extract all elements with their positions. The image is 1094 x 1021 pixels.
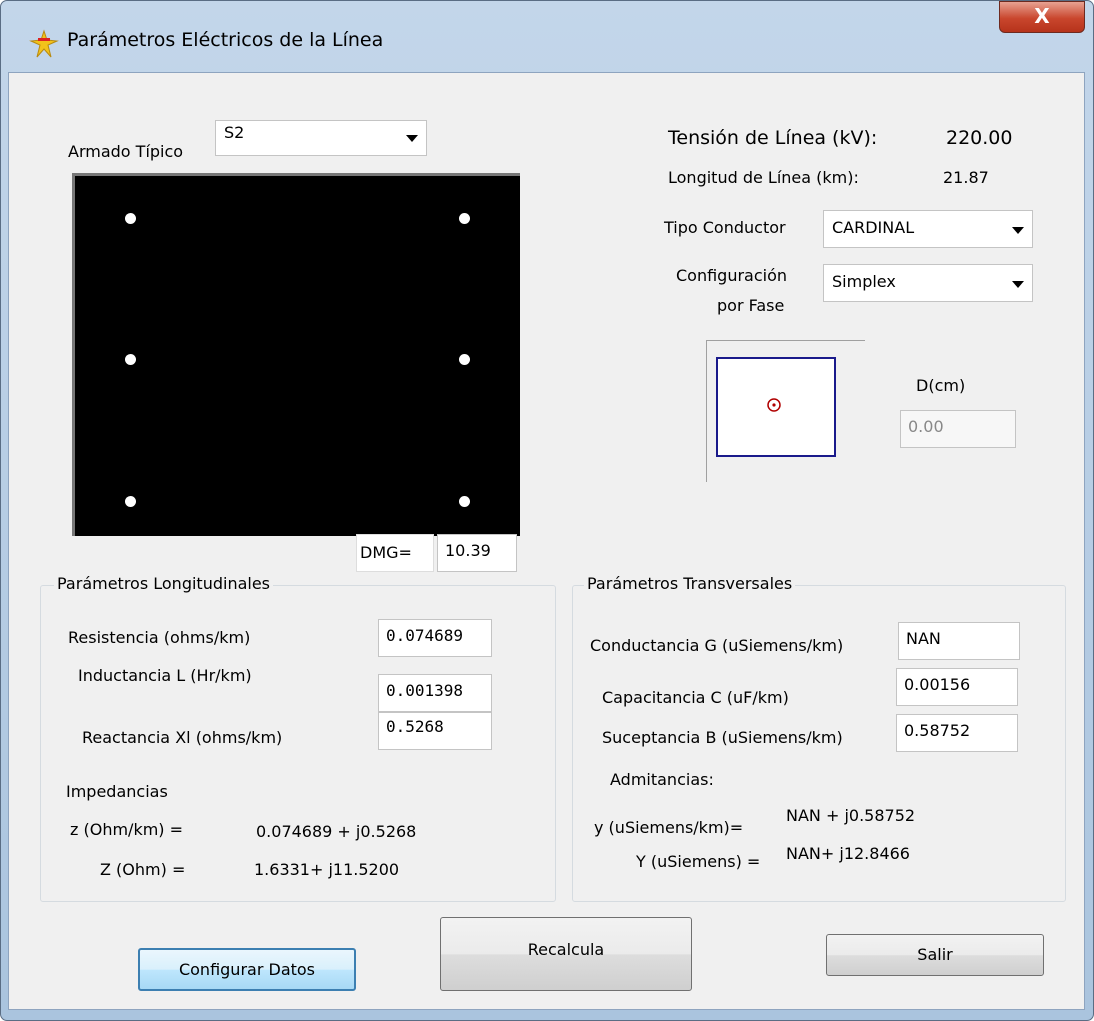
transversales-title: Parámetros Transversales: [584, 574, 796, 593]
suceptancia-field[interactable]: 0.58752: [896, 714, 1018, 752]
resistencia-value: 0.074689: [386, 626, 464, 645]
conductancia-label: Conductancia G (uSiemens/km): [590, 636, 844, 655]
armado-label: Armado Típico: [68, 142, 184, 161]
admitancias-label: Admitancias:: [610, 770, 714, 789]
chevron-down-icon: [1012, 281, 1024, 288]
conductor-select[interactable]: CARDINAL: [823, 210, 1033, 248]
conductor-dot: [459, 213, 470, 224]
configuracion-select-value: Simplex: [832, 272, 896, 291]
longitudinales-title: Parámetros Longitudinales: [54, 574, 274, 593]
configuracion-select[interactable]: Simplex: [823, 264, 1033, 302]
bundle-diagram: [716, 357, 836, 457]
armado-select-value: S2: [224, 123, 245, 142]
chevron-down-icon: [1012, 227, 1024, 234]
resistencia-label: Resistencia (ohms/km): [68, 628, 251, 647]
dmg-field[interactable]: 10.39: [437, 534, 517, 572]
y-total-value: NAN+ j12.8466: [786, 844, 910, 863]
d-cm-label: D(cm): [916, 376, 966, 395]
configurar-datos-button[interactable]: Configurar Datos: [138, 948, 356, 991]
z-per-km-label: z (Ohm/km) =: [70, 820, 184, 839]
window-title: Parámetros Eléctricos de la Línea: [67, 29, 384, 51]
inductancia-value: 0.001398: [386, 681, 464, 700]
conductor-label: Tipo Conductor: [664, 218, 786, 237]
suceptancia-label: Suceptancia B (uSiemens/km): [602, 728, 843, 747]
tension-value: 220.00: [946, 127, 1013, 149]
z-total-label: Z (Ohm) =: [100, 860, 186, 879]
dmg-label: DMG=: [360, 543, 412, 562]
salir-button[interactable]: Salir: [826, 934, 1044, 976]
d-cm-field[interactable]: 0.00: [900, 410, 1016, 448]
title-bar[interactable]: Parámetros Eléctricos de la Línea X: [1, 1, 1093, 73]
z-total-value: 1.6331+ j11.5200: [254, 860, 400, 879]
inductancia-field[interactable]: 0.001398: [378, 674, 492, 712]
inductancia-label: Inductancia L (Hr/km): [78, 666, 252, 685]
app-icon: [29, 29, 59, 58]
dmg-value: 10.39: [445, 541, 491, 560]
conductancia-value: NAN: [906, 629, 941, 648]
resistencia-field[interactable]: 0.074689: [378, 619, 492, 657]
y-per-km-label: y (uSiemens/km)=: [594, 818, 744, 837]
z-per-km-value: 0.074689 + j0.5268: [256, 822, 417, 841]
reactancia-value: 0.5268: [386, 717, 444, 736]
recalcula-button[interactable]: Recalcula: [440, 917, 692, 991]
capacitancia-field[interactable]: 0.00156: [896, 668, 1018, 706]
reactancia-field[interactable]: 0.5268: [378, 712, 492, 750]
conductor-dot: [459, 354, 470, 365]
impedancias-label: Impedancias: [66, 782, 168, 801]
suceptancia-value: 0.58752: [904, 721, 971, 740]
reactancia-label: Reactancia Xl (ohms/km): [82, 728, 283, 747]
configuracion-label-line1: Configuración: [676, 266, 788, 285]
conductor-dot: [125, 496, 136, 507]
conductor-dot: [459, 496, 470, 507]
tower-diagram-canvas: [72, 173, 520, 536]
conductor-dot: [125, 354, 136, 365]
dmg-label-box: DMG=: [356, 534, 434, 572]
conductor-dot: [125, 213, 136, 224]
conductor-bundle-icon: [767, 398, 781, 412]
y-per-km-value: NAN + j0.58752: [786, 806, 916, 825]
d-cm-value: 0.00: [908, 417, 944, 436]
longitud-label: Longitud de Línea (km):: [668, 168, 859, 187]
longitud-value: 21.87: [943, 168, 989, 187]
bundle-diagram-frame: [706, 340, 865, 482]
capacitancia-value: 0.00156: [904, 675, 971, 694]
armado-select[interactable]: S2: [215, 120, 427, 156]
conductancia-field[interactable]: NAN: [898, 622, 1020, 660]
y-total-label: Y (uSiemens) =: [636, 852, 761, 871]
conductor-select-value: CARDINAL: [832, 218, 915, 237]
tension-label: Tensión de Línea (kV):: [668, 127, 878, 149]
close-button[interactable]: X: [999, 1, 1085, 33]
capacitancia-label: Capacitancia C (uF/km): [602, 688, 789, 707]
configuracion-label-line2: por Fase: [717, 296, 785, 315]
chevron-down-icon: [406, 135, 418, 142]
